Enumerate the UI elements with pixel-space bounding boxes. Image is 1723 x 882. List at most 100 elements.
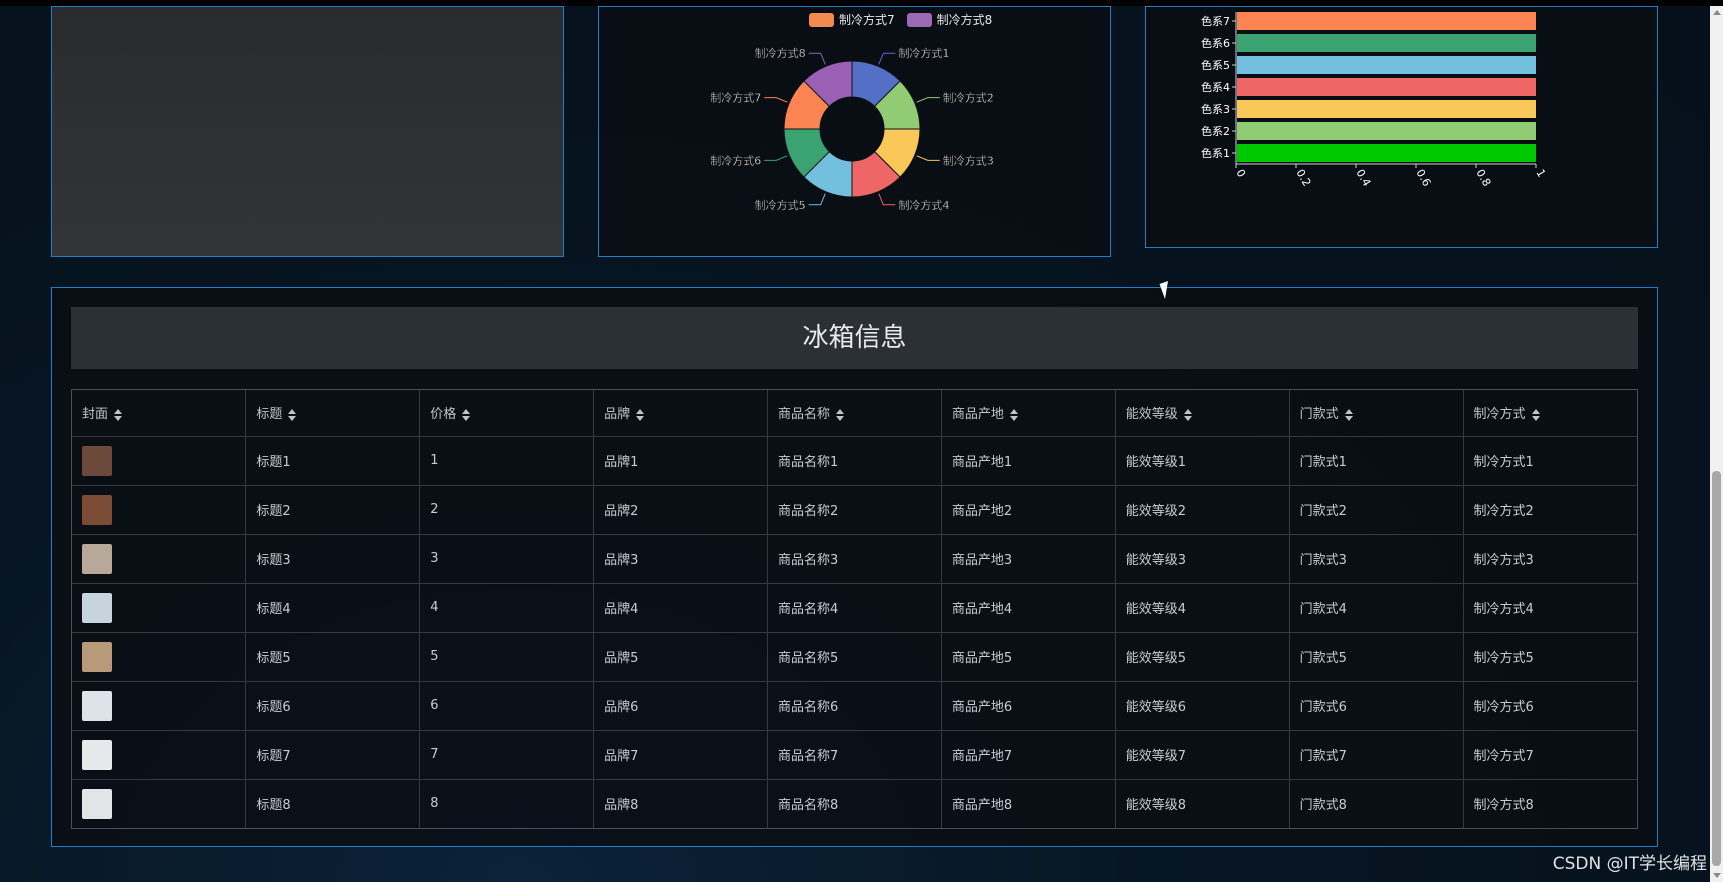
table-row[interactable]: 标题4 4 品牌4 商品名称4 商品产地4 能效等级4 门款式4 制冷方式4: [72, 583, 1637, 633]
sort-icon[interactable]: [462, 408, 471, 421]
pie-label-line: [808, 52, 826, 65]
cover-thumbnail[interactable]: [82, 739, 112, 770]
table-cell: 标题4: [245, 583, 421, 633]
table-cell: 商品产地8: [941, 779, 1116, 828]
column-header-4[interactable]: 商品名称: [767, 390, 942, 437]
table-cell: 5: [419, 632, 595, 682]
table-row[interactable]: 标题1 1 品牌1 商品名称1 商品产地1 能效等级1 门款式1 制冷方式1: [72, 436, 1637, 486]
table-cell: 商品名称8: [767, 779, 942, 828]
scroll-up-arrow-icon[interactable]: [1713, 10, 1721, 15]
watermark: CSDN @IT学长编程: [1552, 854, 1707, 874]
column-header-5[interactable]: 商品产地: [941, 390, 1116, 437]
sort-icon[interactable]: [1183, 408, 1192, 421]
scroll-thumb[interactable]: [1712, 471, 1721, 866]
pie-slice-label: 制冷方式5: [755, 198, 806, 212]
table-cell: 制冷方式2: [1463, 485, 1637, 535]
table-cell: 标题3: [245, 534, 421, 584]
pie-label-line: [878, 193, 896, 206]
table-body: 标题1 1 品牌1 商品名称1 商品产地1 能效等级1 门款式1 制冷方式1 标题2 2 品牌2 商品…: [72, 436, 1637, 828]
bar-category-label: 色系1: [1201, 146, 1230, 160]
bar-category-label: 色系7: [1201, 14, 1230, 28]
column-header-0[interactable]: 封面: [72, 390, 247, 437]
table-cell: 6: [419, 681, 595, 731]
sort-icon[interactable]: [1009, 408, 1018, 421]
table-header-row: 封面 标题 价格 品牌 商品名称 商品产地 能效等级 门款式 制冷方式: [72, 390, 1637, 437]
table-row[interactable]: 标题2 2 品牌2 商品名称2 商品产地2 能效等级2 门款式2 制冷方式2: [72, 485, 1637, 535]
table-cell: 能效等级5: [1115, 632, 1290, 682]
table-cell: 门款式3: [1289, 534, 1464, 584]
table-cell: 商品名称6: [767, 681, 942, 731]
bar-7[interactable]: [1237, 12, 1536, 30]
table-cell: 8: [419, 779, 595, 828]
sort-icon[interactable]: [1344, 408, 1353, 421]
table-cell: 门款式7: [1289, 730, 1464, 780]
data-table-wrapper: 封面 标题 价格 品牌 商品名称 商品产地 能效等级 门款式 制冷方式 标题1 1 品牌1 商品名称1…: [71, 389, 1638, 829]
sort-icon[interactable]: [836, 408, 845, 421]
cover-thumbnail[interactable]: [82, 543, 112, 574]
sort-icon[interactable]: [1531, 408, 1540, 421]
table-cell: 制冷方式4: [1463, 583, 1637, 633]
table-cell: 2: [419, 485, 595, 535]
pie-label-line: [764, 97, 788, 103]
cover-thumbnail[interactable]: [82, 641, 112, 672]
table-cell: 商品产地1: [941, 436, 1116, 486]
pie-label-line: [808, 193, 826, 206]
column-header-7[interactable]: 门款式: [1289, 390, 1464, 437]
bar-5[interactable]: [1237, 56, 1536, 74]
table-cell: 商品名称2: [767, 485, 942, 535]
table-cell: 标题6: [245, 681, 421, 731]
column-header-8[interactable]: 制冷方式: [1463, 390, 1637, 437]
cover-thumbnail[interactable]: [82, 494, 112, 525]
column-header-label: 门款式: [1299, 407, 1339, 423]
table-cell: 3: [419, 534, 595, 584]
pie-chart-panel: 制冷方式7 制冷方式8 制冷方式1 制冷方式2 制冷方式3 制冷方式4 制冷方式5 制冷方…: [598, 6, 1111, 257]
table-row[interactable]: 标题7 7 品牌7 商品名称7 商品产地7 能效等级7 门款式7 制冷方式7: [72, 730, 1637, 780]
bar-3[interactable]: [1237, 100, 1536, 118]
table-cell: 商品名称1: [767, 436, 942, 486]
table-cell: 制冷方式3: [1463, 534, 1637, 584]
table-cell: 商品产地7: [941, 730, 1116, 780]
cover-thumbnail[interactable]: [82, 445, 112, 476]
bar-6[interactable]: [1237, 34, 1536, 52]
table-cell: 能效等级4: [1115, 583, 1290, 633]
table-row[interactable]: 标题8 8 品牌8 商品名称8 商品产地8 能效等级8 门款式8 制冷方式8: [72, 779, 1637, 828]
table-cell: 能效等级2: [1115, 485, 1290, 535]
sort-icon[interactable]: [636, 408, 645, 421]
pie-label-line: [916, 97, 940, 103]
pie-label-line: [764, 155, 788, 161]
cover-thumbnail[interactable]: [82, 592, 112, 623]
vertical-scrollbar[interactable]: [1710, 6, 1723, 882]
table-cell: 商品名称4: [767, 583, 942, 633]
column-header-label: 商品产地: [951, 407, 1004, 423]
sort-icon[interactable]: [288, 408, 297, 421]
bar-4[interactable]: [1237, 78, 1536, 96]
bar-category-label: 色系5: [1201, 58, 1230, 72]
table-row[interactable]: 标题5 5 品牌5 商品名称5 商品产地5 能效等级5 门款式5 制冷方式5: [72, 632, 1637, 682]
bar-category-label: 色系6: [1201, 36, 1230, 50]
column-header-label: 能效等级: [1125, 407, 1178, 423]
scroll-down-arrow-icon[interactable]: [1713, 873, 1721, 878]
table-row[interactable]: 标题3 3 品牌3 商品名称3 商品产地3 能效等级3 门款式3 制冷方式3: [72, 534, 1637, 584]
table-cell: 标题1: [245, 436, 421, 486]
bar-category-label: 色系2: [1201, 124, 1230, 138]
bar-2[interactable]: [1237, 122, 1536, 140]
column-header-label: 封面: [82, 407, 109, 423]
column-header-6[interactable]: 能效等级: [1115, 390, 1290, 437]
table-cell: 商品产地2: [941, 485, 1116, 535]
pie-slice-label: 制冷方式1: [898, 46, 949, 60]
bar-x-tick-label: 0.2: [1293, 167, 1313, 189]
cover-thumbnail[interactable]: [82, 788, 112, 819]
table-cell: 标题8: [245, 779, 421, 828]
pie-slice-label: 制冷方式3: [943, 153, 994, 167]
sort-icon[interactable]: [114, 408, 123, 421]
column-header-2[interactable]: 价格: [419, 390, 595, 437]
cover-cell: [72, 583, 247, 633]
bar-1[interactable]: [1237, 144, 1536, 162]
cover-cell: [72, 436, 247, 486]
table-row[interactable]: 标题6 6 品牌6 商品名称6 商品产地6 能效等级6 门款式6 制冷方式6: [72, 681, 1637, 731]
cover-thumbnail[interactable]: [82, 690, 112, 721]
table-cell: 商品名称5: [767, 632, 942, 682]
column-header-3[interactable]: 品牌: [593, 390, 768, 437]
column-header-1[interactable]: 标题: [245, 390, 421, 437]
bar-x-tick-label: 1: [1533, 167, 1548, 180]
